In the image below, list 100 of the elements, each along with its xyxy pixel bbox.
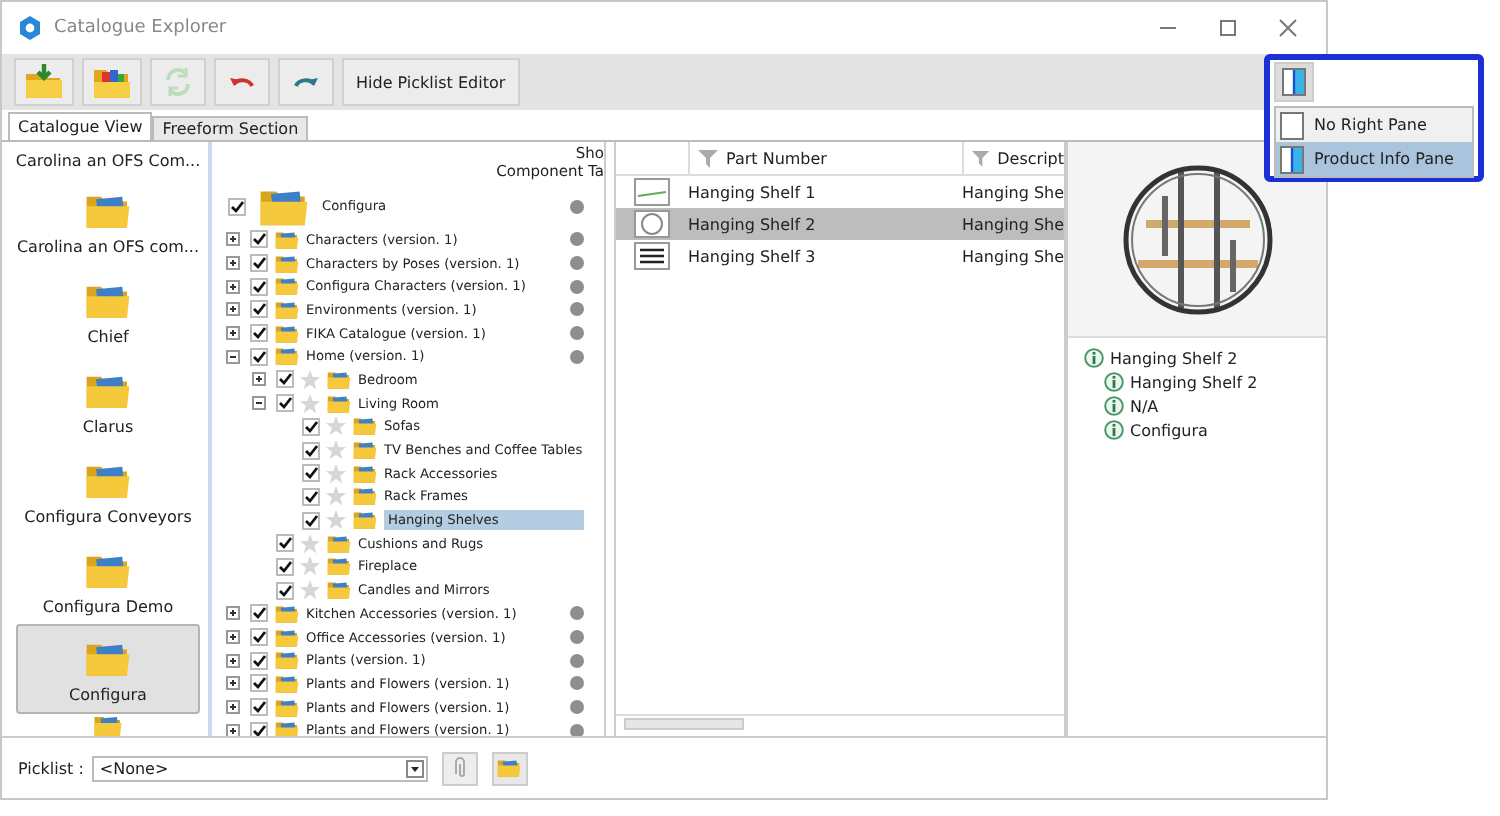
star-icon[interactable]	[326, 486, 346, 507]
star-icon[interactable]	[300, 580, 320, 601]
checkbox[interactable]	[250, 674, 268, 693]
expand-icon[interactable]	[226, 653, 240, 668]
table-cell: Hanging She	[962, 215, 1064, 233]
checkbox[interactable]	[276, 581, 294, 600]
catalogue-folder-button[interactable]	[82, 58, 142, 106]
column-header[interactable]: Descript	[962, 142, 1064, 174]
folder-icon	[326, 393, 352, 414]
checkbox[interactable]	[250, 230, 268, 249]
table-row[interactable]: Hanging Shelf 2 Hanging She	[616, 208, 1064, 240]
star-icon[interactable]	[326, 463, 346, 484]
folder-icon	[84, 372, 132, 410]
thumbnail-icon	[634, 242, 670, 270]
scrollbar[interactable]	[624, 718, 744, 730]
collapse-icon[interactable]	[252, 396, 266, 411]
thumbnail-icon	[634, 178, 670, 206]
checkbox[interactable]	[250, 628, 268, 647]
menu-item[interactable]: Product Info Pane	[1276, 142, 1472, 176]
import-folder-button[interactable]	[14, 58, 74, 106]
expand-icon[interactable]	[226, 279, 240, 294]
pane-toggle-button[interactable]	[1274, 62, 1314, 102]
picklist-dropdown[interactable]: <None>	[91, 755, 428, 781]
info-item[interactable]: N/A	[1130, 397, 1159, 415]
info-icon	[1084, 348, 1104, 368]
info-item[interactable]: Hanging Shelf 2	[1130, 373, 1258, 391]
folder-icon	[274, 603, 300, 624]
checkbox[interactable]	[250, 277, 268, 296]
checkbox[interactable]	[250, 604, 268, 623]
pane-icon	[1282, 68, 1306, 96]
checkbox[interactable]	[250, 698, 268, 717]
checkbox[interactable]	[276, 557, 294, 576]
expand-icon[interactable]	[226, 256, 240, 271]
checkbox[interactable]	[302, 511, 320, 530]
checkbox[interactable]	[302, 417, 320, 436]
app-icon	[18, 16, 42, 40]
redo-button[interactable]	[278, 58, 334, 106]
table-row[interactable]: Hanging Shelf 3 Hanging She	[616, 240, 1064, 272]
expand-icon[interactable]	[226, 326, 240, 341]
maximize-icon[interactable]	[1218, 18, 1238, 38]
checkbox[interactable]	[250, 300, 268, 319]
folder-icon	[274, 253, 300, 274]
table-cell: Hanging She	[962, 247, 1064, 265]
info-icon	[1104, 372, 1124, 392]
catalogue-item[interactable]: Carolina an OFS com...	[16, 174, 200, 264]
folder-icon	[274, 673, 300, 694]
hide-picklist-button[interactable]: Hide Picklist Editor	[342, 58, 520, 106]
checkbox[interactable]	[302, 464, 320, 483]
info-item[interactable]: Configura	[1130, 421, 1208, 439]
status-dot-icon	[570, 279, 584, 294]
expand-icon[interactable]	[226, 232, 240, 247]
checkbox[interactable]	[276, 394, 294, 413]
catalogue-item[interactable]: Chief	[16, 264, 200, 354]
star-icon[interactable]	[300, 369, 320, 390]
checkbox[interactable]	[250, 347, 268, 366]
status-dot-icon	[570, 256, 584, 271]
catalogue-item[interactable]: Configura	[16, 624, 200, 714]
catalogue-item[interactable]: Clarus	[16, 354, 200, 444]
star-icon[interactable]	[300, 556, 320, 577]
star-icon[interactable]	[300, 393, 320, 414]
checkbox[interactable]	[250, 254, 268, 273]
expand-icon[interactable]	[226, 302, 240, 317]
checkbox[interactable]	[250, 651, 268, 670]
catalogue-item[interactable]: Configura Demo	[16, 534, 200, 624]
checkbox[interactable]	[276, 534, 294, 553]
folder-icon	[326, 369, 352, 390]
checkbox[interactable]	[250, 721, 268, 736]
info-icon	[1104, 396, 1124, 416]
open-folder-button[interactable]	[491, 751, 528, 785]
expand-icon[interactable]	[226, 723, 240, 736]
star-icon[interactable]	[326, 510, 346, 531]
catalogue-item[interactable]: Carolina an OFS Com...	[16, 142, 200, 174]
checkbox[interactable]	[228, 197, 246, 215]
star-icon[interactable]	[326, 416, 346, 437]
expand-icon[interactable]	[226, 606, 240, 621]
folder-icon	[84, 462, 132, 500]
folder-icon	[84, 282, 132, 320]
expand-icon[interactable]	[226, 676, 240, 691]
expand-icon[interactable]	[252, 372, 266, 387]
star-icon[interactable]	[326, 440, 346, 461]
checkbox[interactable]	[302, 441, 320, 460]
menu-item[interactable]: No Right Pane	[1276, 108, 1472, 142]
tab[interactable]: Catalogue View	[8, 112, 153, 140]
undo-button[interactable]	[214, 58, 270, 106]
folder-icon	[274, 299, 300, 320]
status-dot-icon	[570, 326, 584, 341]
expand-icon[interactable]	[226, 700, 240, 715]
checkbox[interactable]	[276, 370, 294, 389]
close-icon[interactable]	[1278, 18, 1298, 38]
catalogue-item[interactable]: Configura Conveyors	[16, 444, 200, 534]
checkbox[interactable]	[250, 324, 268, 343]
info-item[interactable]: Hanging Shelf 2	[1110, 349, 1238, 367]
column-header[interactable]: Part Number	[688, 142, 962, 174]
tab[interactable]: Freeform Section	[152, 116, 309, 140]
status-dot-icon	[570, 349, 584, 364]
star-icon[interactable]	[300, 533, 320, 554]
expand-icon[interactable]	[226, 630, 240, 645]
collapse-icon[interactable]	[226, 349, 240, 364]
checkbox[interactable]	[302, 487, 320, 506]
table-row[interactable]: Hanging Shelf 1 Hanging She	[616, 176, 1064, 208]
